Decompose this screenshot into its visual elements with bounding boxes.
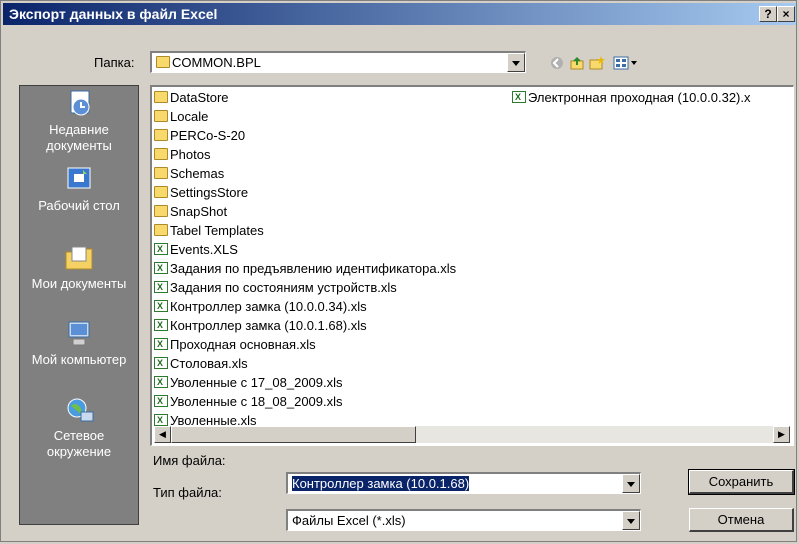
list-item[interactable]: Столовая.xls (154, 354, 248, 373)
folder-icon (154, 224, 168, 236)
network-icon (67, 398, 94, 422)
list-item[interactable]: Проходная основная.xls (154, 335, 316, 354)
list-item[interactable]: Контроллер замка (10.0.0.34).xls (154, 297, 367, 316)
up-folder-icon[interactable] (569, 55, 585, 71)
excel-file-icon (154, 297, 168, 316)
place-label: Сетевое окружение (46, 428, 112, 459)
lookin-label: Папка: (94, 55, 135, 70)
filename-label: Имя файла: (153, 453, 226, 468)
list-item[interactable]: SnapShot (154, 202, 227, 221)
horizontal-scrollbar[interactable]: ◀ ▶ (154, 426, 790, 443)
excel-file-icon (154, 354, 168, 373)
help-button[interactable]: ? (759, 6, 777, 22)
place-recent[interactable]: Недавние документы (20, 90, 138, 154)
excel-file-icon (154, 316, 168, 335)
folder-icon (154, 91, 168, 103)
place-label: Рабочий стол (38, 198, 120, 213)
filetype-select[interactable]: Файлы Excel (*.xls) (286, 509, 641, 531)
list-item[interactable]: Schemas (154, 164, 224, 183)
list-item[interactable]: Задания по состояниям устройств.xls (154, 278, 397, 297)
place-label: Мой компьютер (31, 352, 127, 367)
file-list[interactable]: DataStore Locale PERCo-S-20 Photos Schem… (150, 85, 794, 446)
filename-dropdown-arrow[interactable] (622, 474, 640, 493)
new-folder-icon[interactable] (589, 55, 605, 71)
excel-file-icon (154, 373, 168, 392)
place-label: Мои документы (31, 276, 127, 291)
folder-icon (154, 148, 168, 160)
recent-documents-icon (70, 90, 90, 116)
filetype-label: Тип файла: (153, 485, 222, 500)
list-item[interactable]: Задания по предъявлению идентификатора.x… (154, 259, 456, 278)
back-icon[interactable] (549, 55, 565, 71)
lookin-combo[interactable]: COMMON.BPL (150, 51, 526, 73)
list-item[interactable]: Locale (154, 107, 208, 126)
lookin-dropdown-arrow[interactable] (507, 53, 525, 72)
list-item[interactable]: Tabel Templates (154, 221, 264, 240)
list-item[interactable]: Photos (154, 145, 210, 164)
excel-file-icon (154, 240, 168, 259)
folder-icon (154, 186, 168, 198)
my-computer-icon (68, 321, 90, 346)
list-item[interactable]: Контроллер замка (10.0.1.68).xls (154, 316, 367, 335)
export-dialog: Экспорт данных в файл Excel ? × Папка: C… (0, 0, 797, 542)
desktop-icon (67, 167, 91, 189)
scroll-left-button[interactable]: ◀ (154, 426, 171, 443)
lookin-value: COMMON.BPL (172, 55, 261, 70)
list-item[interactable]: DataStore (154, 88, 229, 107)
place-mydocs[interactable]: Мои документы (20, 244, 138, 292)
list-item[interactable]: Электронная проходная (10.0.0.32).x (512, 88, 751, 107)
folder-icon (154, 167, 168, 179)
list-item[interactable]: Events.XLS (154, 240, 238, 259)
my-documents-icon (65, 246, 93, 270)
filetype-value: Файлы Excel (*.xls) (292, 513, 406, 528)
list-item[interactable]: Уволенные с 17_08_2009.xls (154, 373, 343, 392)
folder-icon (154, 110, 168, 122)
filetype-dropdown-arrow[interactable] (622, 511, 640, 530)
excel-file-icon (512, 88, 526, 107)
cancel-button[interactable]: Отмена (689, 508, 794, 532)
scroll-right-button[interactable]: ▶ (773, 426, 790, 443)
excel-file-icon (154, 392, 168, 411)
places-bar: Недавние документы Рабочий стол Мои доку… (19, 85, 139, 525)
list-item[interactable]: SettingsStore (154, 183, 248, 202)
save-button[interactable]: Сохранить (688, 469, 795, 495)
excel-file-icon (154, 411, 168, 430)
excel-file-icon (154, 335, 168, 354)
scroll-thumb[interactable] (171, 426, 416, 443)
folder-icon (154, 205, 168, 217)
place-desktop[interactable]: Рабочий стол (20, 166, 138, 214)
view-menu-icon[interactable] (613, 55, 639, 71)
window-title: Экспорт данных в файл Excel (9, 6, 218, 22)
place-mycomputer[interactable]: Мой компьютер (20, 320, 138, 368)
place-label: Недавние документы (46, 122, 112, 153)
list-item[interactable]: PERCo-S-20 (154, 126, 245, 145)
folder-icon (156, 56, 170, 68)
title-bar[interactable]: Экспорт данных в файл Excel ? × (3, 3, 796, 25)
place-network[interactable]: Сетевое окружение (20, 396, 138, 460)
close-button[interactable]: × (777, 6, 795, 22)
filename-input[interactable]: Контроллер замка (10.0.1.68) (286, 472, 641, 494)
excel-file-icon (154, 259, 168, 278)
filename-value: Контроллер замка (10.0.1.68) (292, 476, 470, 491)
list-item[interactable]: Уволенные с 18_08_2009.xls (154, 392, 343, 411)
folder-icon (154, 129, 168, 141)
excel-file-icon (154, 278, 168, 297)
